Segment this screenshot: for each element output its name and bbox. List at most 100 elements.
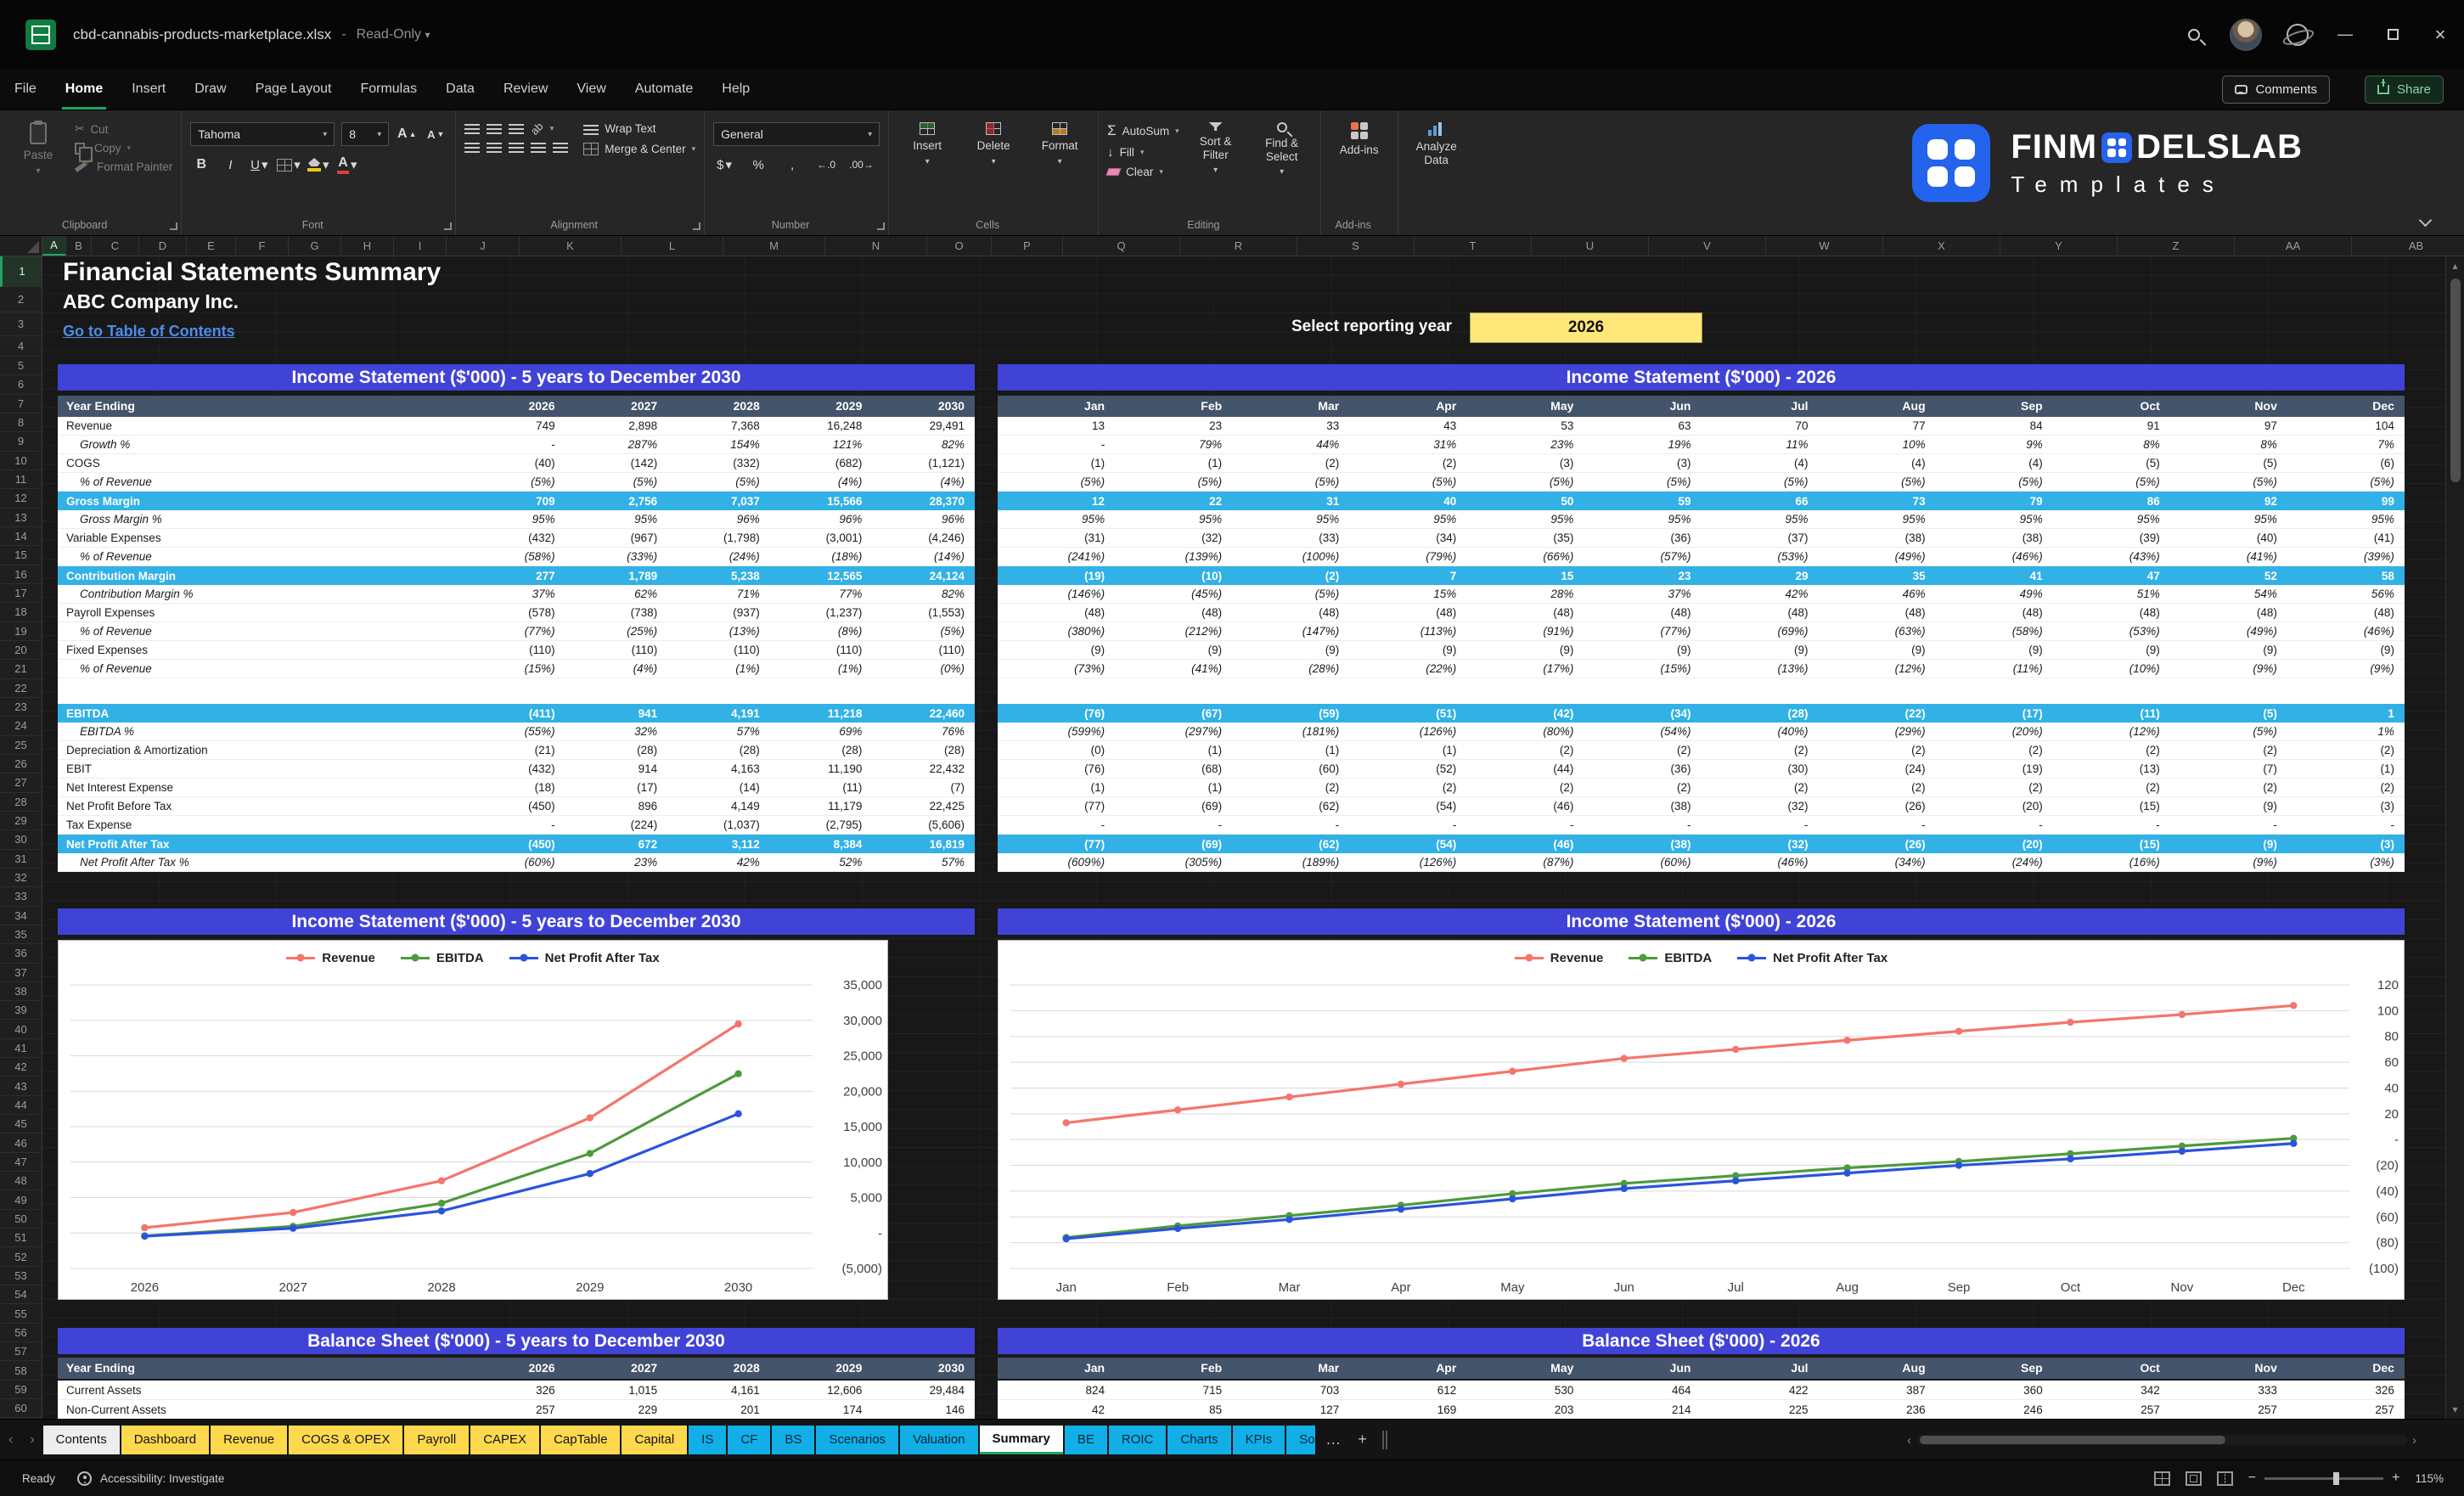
cell[interactable]: (45%) [1115, 585, 1232, 603]
cell[interactable]: (26) [1819, 835, 1936, 853]
cell[interactable]: (9) [1584, 641, 1701, 659]
column-header-Q[interactable]: Q [1063, 236, 1180, 256]
row-header-59[interactable]: 59 [0, 1381, 42, 1400]
cell[interactable]: (67) [1115, 704, 1232, 723]
cell[interactable]: (609%) [998, 853, 1115, 871]
cell[interactable]: 8,384 [770, 835, 873, 853]
cell[interactable]: (60%) [1584, 853, 1701, 871]
number-dialog-launcher[interactable] [877, 222, 886, 230]
cell[interactable]: (68) [1115, 760, 1232, 778]
cell[interactable]: 79% [1115, 436, 1232, 453]
row-label[interactable]: Depreciation & Amortization [58, 741, 463, 759]
row-label[interactable]: Gross Margin [58, 492, 463, 510]
balance-sheet-annual-col-header[interactable]: 2027 [565, 1358, 668, 1379]
cell[interactable]: (3) [1584, 454, 1701, 472]
cell[interactable]: 76% [872, 723, 975, 740]
row-header-47[interactable]: 47 [0, 1153, 42, 1173]
column-header-I[interactable]: I [394, 236, 447, 256]
cell[interactable]: (9) [1936, 641, 2053, 659]
cell[interactable]: - [463, 436, 565, 453]
row-header-29[interactable]: 29 [0, 812, 42, 831]
cell[interactable]: (22) [1819, 704, 1936, 723]
cell[interactable]: - [1584, 816, 1701, 834]
cell[interactable]: 59 [1584, 492, 1701, 510]
tab-scroll-right-icon[interactable]: › [21, 1432, 42, 1448]
cell[interactable]: 95% [1819, 510, 1936, 528]
cell[interactable]: 9% [1936, 436, 2053, 453]
cell[interactable]: (48) [1232, 604, 1349, 621]
cell[interactable]: (1,121) [872, 454, 975, 472]
cell[interactable]: (5%) [2170, 473, 2287, 491]
income-statement-monthly-col-header[interactable]: Aug [1819, 396, 1936, 417]
menu-tab-view[interactable]: View [562, 69, 620, 110]
cell[interactable]: (34) [1584, 704, 1701, 723]
cell[interactable]: (9) [1819, 641, 1936, 659]
align-top-icon[interactable] [464, 123, 481, 126]
row-header-52[interactable]: 52 [0, 1247, 42, 1267]
reporting-year-input[interactable]: 2026 [1470, 312, 1702, 343]
increase-indent-icon[interactable] [553, 143, 569, 144]
cell[interactable]: 530 [1466, 1381, 1584, 1399]
cell[interactable]: (20%) [1936, 723, 2053, 740]
cell[interactable]: (9) [1349, 641, 1466, 659]
cell[interactable]: 287% [565, 436, 668, 453]
borders-button[interactable]: ▾ [277, 154, 301, 176]
cell[interactable]: (46%) [1936, 548, 2053, 565]
cell[interactable]: (5%) [2053, 473, 2170, 491]
cell[interactable]: 49% [1936, 585, 2053, 603]
sheet-tab-is[interactable]: IS [689, 1425, 727, 1454]
decrease-indent-icon[interactable] [531, 143, 547, 144]
cell[interactable]: 824 [998, 1381, 1115, 1399]
row-header-16[interactable]: 16 [0, 565, 42, 584]
cell[interactable]: (69) [1115, 835, 1232, 853]
cell[interactable]: (54) [1349, 797, 1466, 815]
row-label[interactable]: Net Profit Before Tax [58, 797, 463, 815]
cell[interactable]: 10% [1819, 436, 1936, 453]
cell[interactable]: 13 [998, 417, 1115, 435]
cell[interactable]: (48) [1936, 604, 2053, 621]
delete-cells-button[interactable]: Delete ▾ [964, 117, 1023, 211]
cell[interactable]: (297%) [1115, 723, 1232, 740]
income-statement-annual-col-header[interactable]: 2027 [565, 396, 668, 417]
cell[interactable]: - [2053, 816, 2170, 834]
cell[interactable]: 236 [1819, 1400, 1936, 1419]
cell[interactable]: 257 [2287, 1400, 2405, 1419]
balance-sheet-annual-title[interactable]: Balance Sheet ($'000) - 5 years to Decem… [58, 1328, 975, 1354]
cell[interactable]: (1,037) [667, 816, 770, 834]
column-header-V[interactable]: V [1649, 236, 1766, 256]
account-avatar[interactable] [2230, 18, 2262, 51]
cell[interactable]: (58%) [463, 548, 565, 565]
sheet-tab-revenue[interactable]: Revenue [211, 1425, 288, 1454]
cell[interactable]: 95% [1936, 510, 2053, 528]
cell[interactable]: (738) [565, 604, 668, 621]
cell[interactable]: (2) [2170, 779, 2287, 796]
cell[interactable]: (54) [1349, 835, 1466, 853]
cell[interactable]: (100%) [1232, 548, 1349, 565]
row-header-39[interactable]: 39 [0, 1001, 42, 1021]
cell[interactable]: 71% [667, 585, 770, 603]
format-cells-button[interactable]: Format ▾ [1030, 117, 1089, 211]
row-header-60[interactable]: 60 [0, 1399, 42, 1419]
cell[interactable]: (2) [2053, 779, 2170, 796]
cell[interactable]: (20) [1936, 797, 2053, 815]
row-header-32[interactable]: 32 [0, 869, 42, 888]
menu-tab-home[interactable]: Home [51, 69, 117, 110]
cell[interactable]: (41) [2287, 529, 2405, 547]
cell[interactable]: (3) [1466, 454, 1584, 472]
align-middle-icon[interactable] [487, 123, 503, 126]
row-header-40[interactable]: 40 [0, 1020, 42, 1039]
cell[interactable]: (4) [1701, 454, 1818, 472]
cell[interactable]: 1,789 [565, 566, 668, 585]
minimize-button[interactable]: — [2321, 0, 2369, 69]
cell[interactable]: (28%) [1232, 660, 1349, 678]
analyze-data-button[interactable]: Analyze Data [1407, 117, 1466, 211]
row-header-3[interactable]: 3 [0, 312, 42, 336]
income-statement-monthly-col-header[interactable]: Oct [2053, 396, 2170, 417]
income-statement-monthly-col-header[interactable]: Nov [2170, 396, 2287, 417]
column-header-AB[interactable]: AB [2352, 236, 2464, 256]
scroll-up-icon[interactable]: ▴ [2452, 256, 2457, 275]
cell[interactable]: (411) [463, 704, 565, 723]
accessibility-status[interactable]: Accessibility: Investigate [77, 1471, 224, 1486]
cell[interactable]: (9) [998, 641, 1115, 659]
close-button[interactable]: × [2416, 0, 2464, 69]
